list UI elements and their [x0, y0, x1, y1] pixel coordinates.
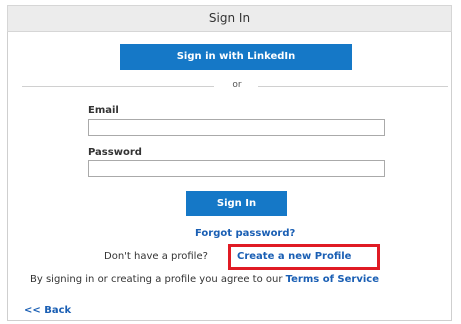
- signin-button[interactable]: Sign In: [186, 191, 287, 216]
- terms-notice: By signing in or creating a profile you …: [30, 274, 450, 285]
- password-field[interactable]: [88, 160, 385, 177]
- create-profile-link[interactable]: Create a new Profile: [237, 251, 351, 262]
- divider-right: [258, 86, 448, 87]
- terms-of-service-link[interactable]: Terms of Service: [286, 274, 379, 285]
- email-field[interactable]: [88, 119, 385, 136]
- divider-left: [22, 86, 214, 87]
- forgot-password-link[interactable]: Forgot password?: [195, 228, 305, 239]
- email-label: Email: [88, 105, 119, 116]
- no-profile-text: Don't have a profile?: [104, 251, 208, 262]
- password-label: Password: [88, 147, 142, 158]
- page-title: Sign In: [7, 5, 452, 32]
- back-link[interactable]: << Back: [24, 305, 71, 316]
- or-divider-text: or: [232, 80, 242, 90]
- terms-prefix-text: By signing in or creating a profile you …: [30, 274, 286, 285]
- linkedin-signin-button[interactable]: Sign in with LinkedIn: [120, 44, 352, 70]
